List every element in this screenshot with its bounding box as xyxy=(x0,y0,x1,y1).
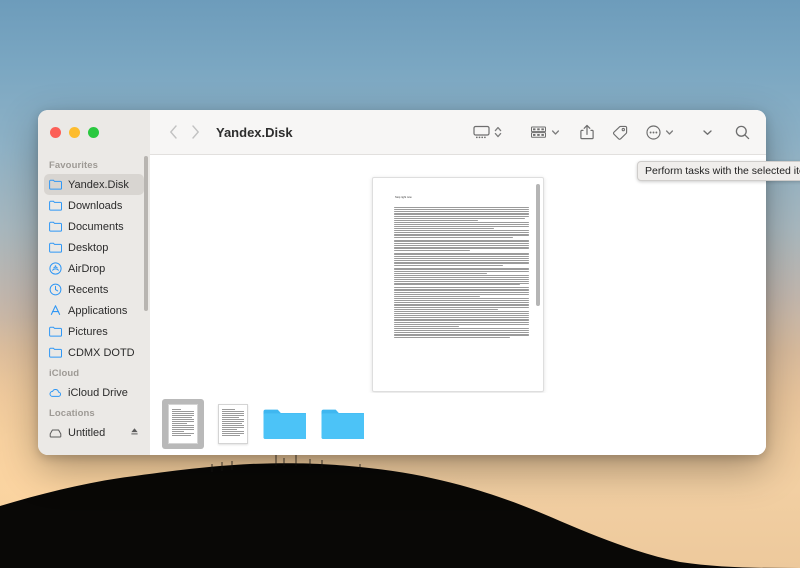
sidebar-item-label: Pictures xyxy=(68,325,108,338)
document-paragraph xyxy=(387,222,529,229)
sidebar-item-applications[interactable]: Applications xyxy=(44,300,144,321)
disk-icon xyxy=(49,426,62,439)
sidebar-item-label: AirDrop xyxy=(68,262,106,275)
document-thumbnail-1[interactable] xyxy=(162,399,204,449)
chevron-down-icon[interactable] xyxy=(663,128,674,137)
gallery-view: Stop right now xyxy=(150,155,766,393)
sidebar-item-desktop[interactable]: Desktop xyxy=(44,237,144,258)
sidebar-item-label: Yandex.Disk xyxy=(68,178,129,191)
group-icon[interactable] xyxy=(528,120,549,144)
document-title: Stop right now xyxy=(395,196,412,199)
sidebar-item-label: Downloads xyxy=(68,199,123,212)
folder-icon xyxy=(320,406,364,442)
toolbar: Yandex.Disk xyxy=(150,110,766,155)
sidebar: Favourites Yandex.Disk Downloads Documen… xyxy=(38,110,150,455)
document-paragraph xyxy=(387,328,529,339)
close-button[interactable] xyxy=(50,127,61,138)
airdrop-icon xyxy=(49,262,62,275)
folder-icon xyxy=(262,406,306,442)
document-paragraph xyxy=(387,286,529,297)
sidebar-item-documents[interactable]: Documents xyxy=(44,216,144,237)
document-paragraph xyxy=(387,229,529,239)
sidebar-item-untitled[interactable]: Untitled xyxy=(44,422,144,443)
folder-icon xyxy=(49,346,62,359)
chevron-down-icon[interactable] xyxy=(549,128,560,137)
thumbnail-strip xyxy=(150,393,766,455)
sidebar-item-label: iCloud Drive xyxy=(68,386,128,399)
sidebar-item-label: Applications xyxy=(68,304,128,317)
folder-icon xyxy=(49,220,62,233)
sidebar-section-locations: Locations xyxy=(49,408,95,419)
view-mode-control[interactable] xyxy=(471,120,502,144)
back-button[interactable] xyxy=(162,120,184,144)
zoom-button[interactable] xyxy=(88,127,99,138)
gallery-view-icon[interactable] xyxy=(471,120,492,144)
sidebar-section-icloud: iCloud xyxy=(49,368,80,379)
folder-thumbnail-2[interactable] xyxy=(320,406,364,442)
sidebar-item-yandex-disk[interactable]: Yandex.Disk xyxy=(44,174,144,195)
search-icon[interactable] xyxy=(733,120,752,144)
document-thumbnail-2[interactable] xyxy=(218,404,248,444)
folder-icon xyxy=(49,199,62,212)
share-icon[interactable] xyxy=(578,120,596,144)
tag-icon[interactable] xyxy=(610,120,630,144)
sidebar-item-recents[interactable]: Recents xyxy=(44,279,144,300)
document-paragraph xyxy=(387,275,529,286)
folder-icon xyxy=(49,241,62,254)
document-paragraph xyxy=(387,252,529,267)
minimize-button[interactable] xyxy=(69,127,80,138)
folder-thumbnail-1[interactable] xyxy=(262,406,306,442)
folder-icon xyxy=(49,178,62,191)
document-paragraph xyxy=(387,311,529,327)
document-paragraph xyxy=(387,267,529,275)
sidebar-item-cdmx-dotd[interactable]: CDMX DOTD xyxy=(44,342,144,363)
document-preview[interactable]: Stop right now xyxy=(372,177,544,392)
sidebar-item-downloads[interactable]: Downloads xyxy=(44,195,144,216)
ellipsis-circle-icon[interactable] xyxy=(644,120,663,144)
sidebar-item-label: Untitled xyxy=(68,426,106,439)
preview-scrollbar[interactable] xyxy=(536,184,540,306)
tooltip: Perform tasks with the selected items xyxy=(637,161,800,181)
document-body xyxy=(387,203,529,339)
thumbnail-selection-highlight xyxy=(162,399,204,449)
cloud-icon xyxy=(49,386,62,399)
sidebar-item-icloud-drive[interactable]: iCloud Drive xyxy=(44,382,144,403)
toolbar-overflow-chevron-icon[interactable] xyxy=(700,120,715,144)
group-control[interactable] xyxy=(528,120,560,144)
action-control[interactable] xyxy=(644,120,674,144)
sidebar-item-pictures[interactable]: Pictures xyxy=(44,321,144,342)
sidebar-item-label: Recents xyxy=(68,283,109,296)
sidebar-item-label: Desktop xyxy=(68,241,109,254)
document-page: Stop right now xyxy=(373,178,543,391)
traffic-lights xyxy=(38,110,150,155)
document-icon xyxy=(218,404,248,444)
sidebar-section-favourites: Favourites xyxy=(49,160,99,171)
clock-icon xyxy=(49,283,62,296)
sidebar-item-label: Documents xyxy=(68,220,124,233)
forward-button[interactable] xyxy=(184,120,206,144)
document-icon xyxy=(168,404,198,444)
document-paragraph xyxy=(387,239,529,252)
applications-icon xyxy=(49,304,62,317)
document-paragraph xyxy=(387,298,529,310)
sidebar-item-label: CDMX DOTD xyxy=(68,346,135,359)
folder-icon xyxy=(49,325,62,338)
document-paragraph xyxy=(387,207,529,221)
page-title: Yandex.Disk xyxy=(216,124,293,140)
sidebar-scrollbar[interactable] xyxy=(144,156,148,311)
sidebar-item-airdrop[interactable]: AirDrop xyxy=(44,258,144,279)
eject-icon[interactable] xyxy=(130,427,139,439)
updown-chevron-icon[interactable] xyxy=(492,125,502,139)
